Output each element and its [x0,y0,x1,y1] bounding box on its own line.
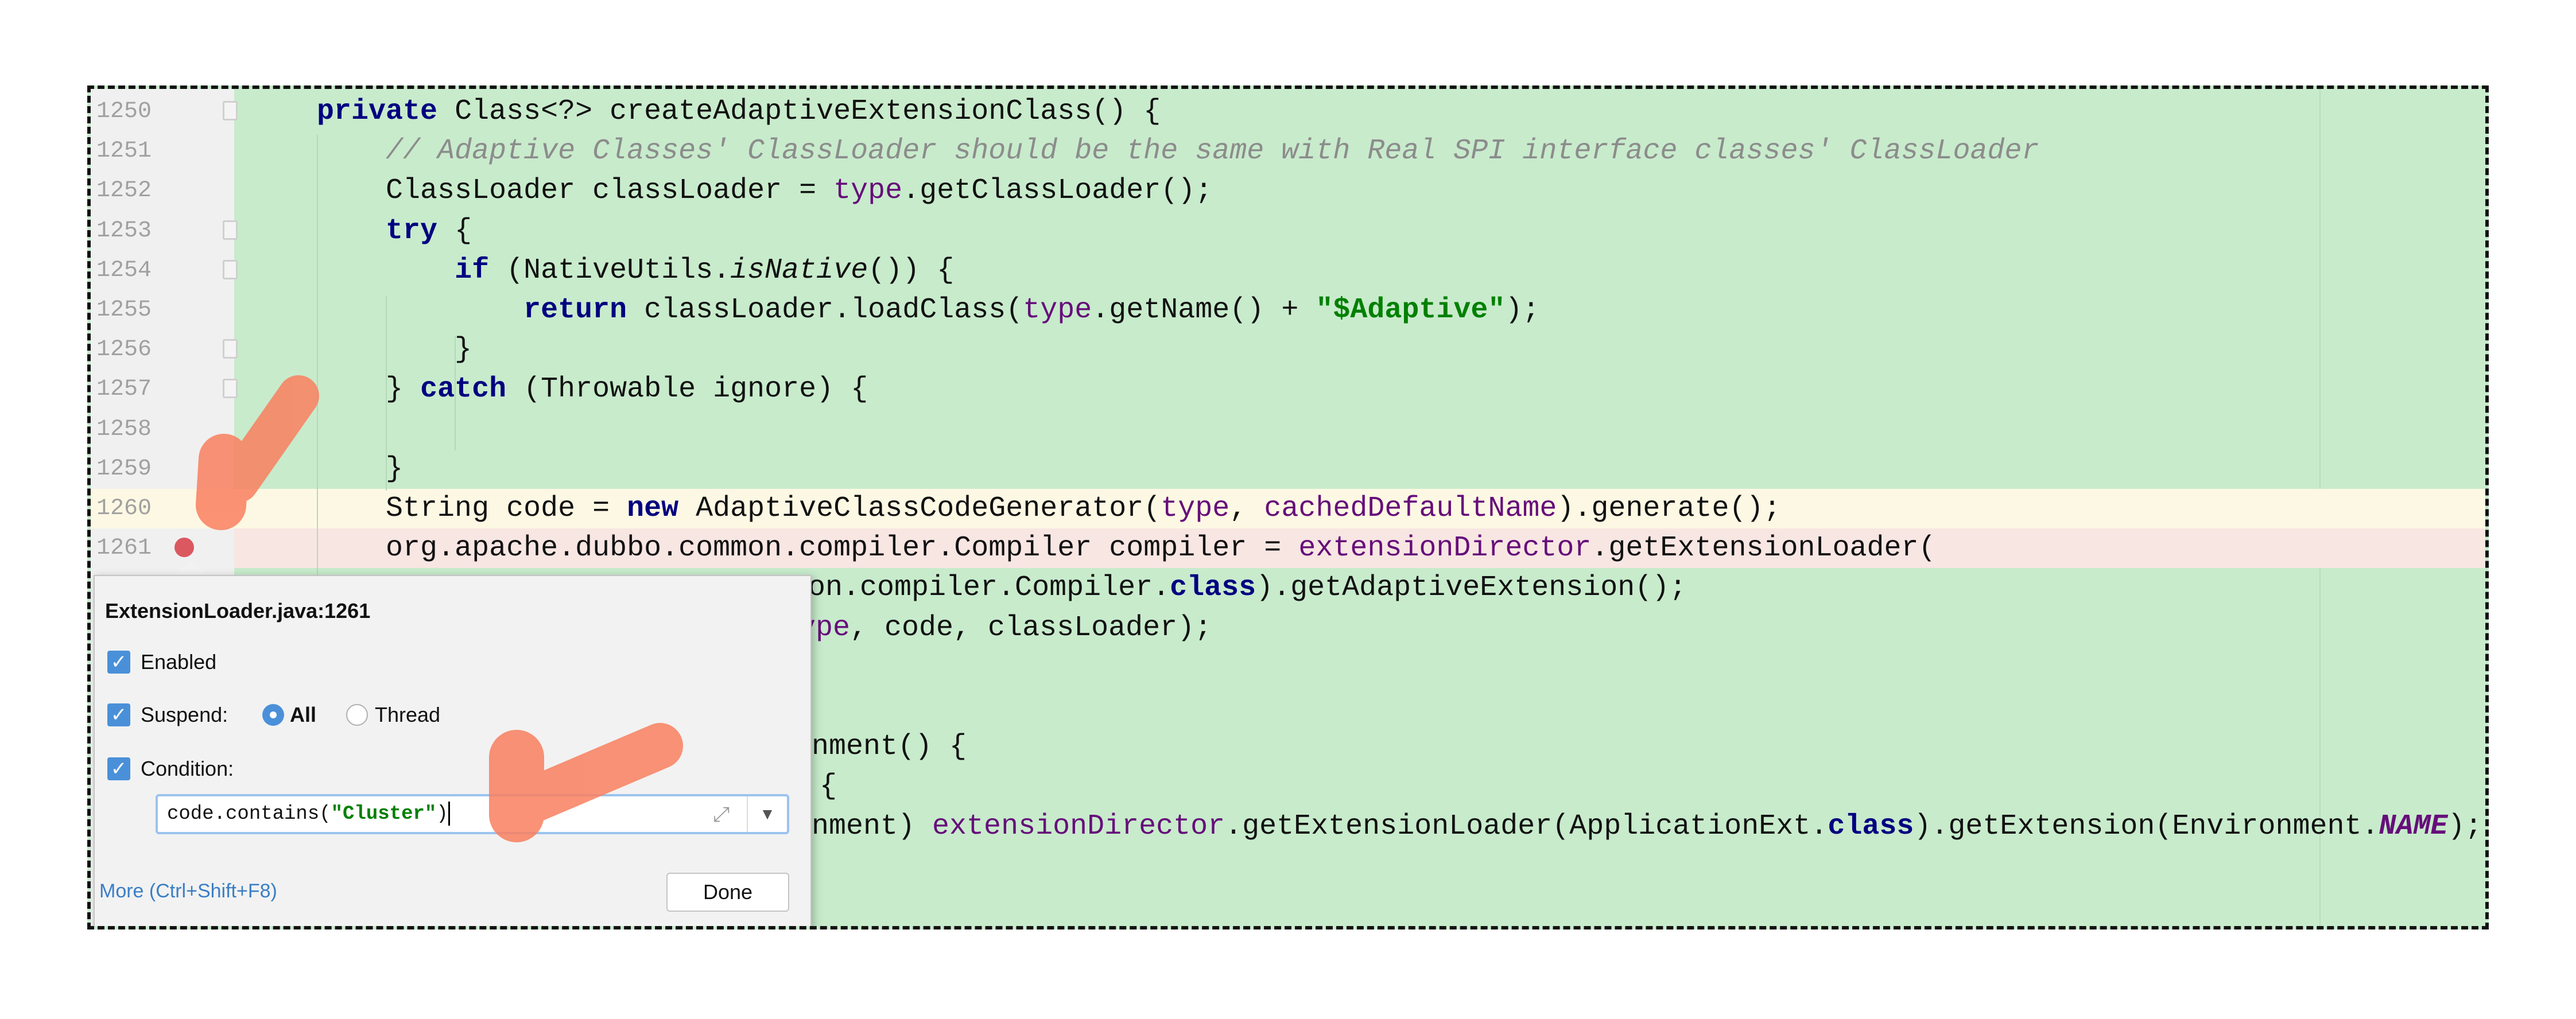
annotation-arrow-1-head [196,434,249,530]
annotation-arrow-2 [502,723,683,826]
annotation-overlay [196,375,683,842]
